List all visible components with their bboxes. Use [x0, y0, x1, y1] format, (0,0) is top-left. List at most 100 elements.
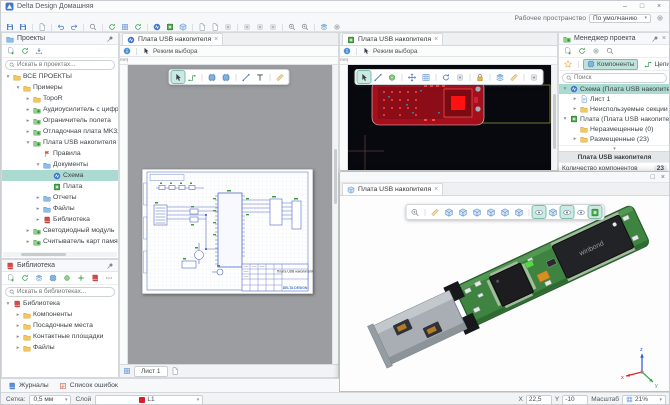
- tree-item[interactable]: ▸ Ограничитель полета: [2, 115, 118, 126]
- route-button[interactable]: [371, 71, 384, 83]
- tree-item[interactable]: ▸ Контактные площадки: [2, 331, 118, 342]
- y-coordinate-input[interactable]: [562, 395, 588, 405]
- zoom-out-button[interactable]: [299, 23, 311, 32]
- 3d-view-button[interactable]: [177, 23, 189, 32]
- layers-button[interactable]: [318, 23, 330, 32]
- close-icon[interactable]: ×: [662, 35, 666, 42]
- fit-view-button[interactable]: [409, 206, 422, 218]
- expander[interactable]: ▸: [25, 107, 31, 113]
- save-button[interactable]: [4, 23, 16, 32]
- mirror-button[interactable]: [453, 71, 466, 83]
- workspace-settings-button[interactable]: [654, 14, 666, 23]
- expander[interactable]: ▸: [25, 129, 31, 135]
- settings-button[interactable]: [331, 23, 343, 32]
- paste-button[interactable]: [209, 23, 221, 32]
- wireframe-view-button[interactable]: [547, 206, 560, 218]
- tree-item[interactable]: ▸ Отчеты: [2, 192, 118, 203]
- refresh-button[interactable]: [576, 47, 588, 56]
- pcb-canvas[interactable]: [340, 65, 557, 170]
- tree-item[interactable]: Плата: [2, 181, 118, 192]
- vertical-scrollbar[interactable]: [551, 65, 557, 170]
- tree-item[interactable]: ▸ Светодиодный модуль: [2, 225, 118, 236]
- tree-item[interactable]: ▸ Отладочная плата MK32 AMUR: [2, 126, 118, 137]
- tree-item[interactable]: ▸ Аудиоусилитель с цифровым управле: [2, 104, 118, 115]
- pm-search-input[interactable]: [574, 74, 663, 81]
- shaded-view-button[interactable]: [533, 206, 546, 218]
- tree-item[interactable]: Правила: [2, 148, 118, 159]
- usb-drive-3d[interactable]: winbond: [340, 196, 670, 391]
- view-grid-button[interactable]: [119, 23, 131, 32]
- expander[interactable]: ▾: [562, 86, 568, 92]
- via-button[interactable]: [385, 71, 398, 83]
- tree-item[interactable]: ▸ Посадочные места: [2, 320, 118, 331]
- expander[interactable]: ▸: [572, 136, 578, 142]
- perspective-view-button[interactable]: [561, 206, 574, 218]
- expander[interactable]: ▸: [572, 96, 578, 102]
- expander[interactable]: ▸: [35, 206, 41, 212]
- viewer3d-canvas[interactable]: winbond: [340, 196, 670, 391]
- expander[interactable]: ▸: [15, 312, 21, 318]
- add-sheet-icon[interactable]: [171, 367, 179, 375]
- part-button[interactable]: [220, 71, 233, 83]
- projects-search[interactable]: [5, 60, 115, 70]
- viewer3d-titlebar[interactable]: □ ×: [340, 172, 670, 183]
- expander[interactable]: ▸: [15, 345, 21, 351]
- tree-item[interactable]: Схема: [2, 170, 118, 181]
- menu-item[interactable]: [4, 13, 14, 23]
- sheets-icon[interactable]: [123, 367, 131, 375]
- align-middle-button[interactable]: [254, 23, 266, 32]
- export-button[interactable]: [36, 23, 48, 32]
- tree-item[interactable]: ▾ Библиотека: [2, 298, 118, 309]
- tree-item[interactable]: ▾ Плата (Плата USB накопителя): [559, 114, 670, 124]
- tree-item[interactable]: ▾ Схема (Плата USB накопителя): [559, 84, 670, 94]
- expander[interactable]: ▾: [15, 85, 21, 91]
- view-grid-button[interactable]: [419, 71, 432, 83]
- minimize-button[interactable]: –: [617, 2, 633, 12]
- maximize-button[interactable]: □: [634, 2, 650, 12]
- footprint-button[interactable]: [61, 274, 73, 283]
- undo-button[interactable]: [55, 23, 67, 32]
- lock-button[interactable]: [473, 71, 486, 83]
- sync-button[interactable]: [106, 23, 118, 32]
- layer-select[interactable]: L1 ▾: [95, 395, 203, 405]
- tree-item[interactable]: ▸ Библиотека: [2, 214, 118, 225]
- layers-button[interactable]: [493, 71, 506, 83]
- bus-button[interactable]: [240, 71, 253, 83]
- measure-button[interactable]: [274, 71, 287, 83]
- more-button[interactable]: [103, 274, 115, 283]
- tree-item[interactable]: ▸ TopoR: [2, 93, 118, 104]
- horizontal-scrollbar[interactable]: [3, 252, 117, 257]
- library-search-input[interactable]: [17, 288, 111, 295]
- close-icon[interactable]: ×: [434, 186, 438, 193]
- tree-item[interactable]: ▸ Лист 1: [559, 94, 670, 104]
- menu-item[interactable]: [24, 13, 34, 23]
- restore-button[interactable]: □: [651, 174, 655, 181]
- text-button[interactable]: [254, 71, 267, 83]
- menu-item[interactable]: [14, 13, 24, 23]
- tab-nets[interactable]: Цепи: [640, 59, 670, 70]
- view-front-button[interactable]: [443, 206, 456, 218]
- symbol-button[interactable]: [206, 71, 219, 83]
- net-button[interactable]: [186, 71, 199, 83]
- tree-item[interactable]: ▸ Считыватель карт памяти: [2, 236, 118, 247]
- tree-item[interactable]: Неразмещенные (0): [559, 124, 670, 134]
- tree-item[interactable]: ▸ Файлы: [2, 203, 118, 214]
- align-right-button[interactable]: [267, 23, 279, 32]
- tree-item[interactable]: ▾ Примеры: [2, 82, 118, 93]
- close-icon[interactable]: ×: [434, 36, 438, 43]
- expander[interactable]: ▸: [35, 195, 41, 201]
- component-button[interactable]: [47, 274, 59, 283]
- view-left-button[interactable]: [471, 206, 484, 218]
- expander[interactable]: ▸: [25, 96, 31, 102]
- schematic-sheet[interactable]: Плата USB накопителя DELTA DESIGN: [142, 169, 313, 294]
- expander[interactable]: ▾: [25, 140, 31, 146]
- measure-button[interactable]: [429, 206, 442, 218]
- pcb-tab[interactable]: Плата USB накопителя ×: [342, 33, 443, 45]
- close-button[interactable]: ×: [651, 2, 667, 12]
- info-icon[interactable]: [343, 47, 351, 55]
- expander[interactable]: ▸: [25, 228, 31, 234]
- rotate-button[interactable]: [439, 71, 452, 83]
- favorites-button[interactable]: [562, 60, 574, 69]
- bottom-tab[interactable]: Журналы: [5, 380, 52, 392]
- cursor-button[interactable]: [172, 71, 185, 83]
